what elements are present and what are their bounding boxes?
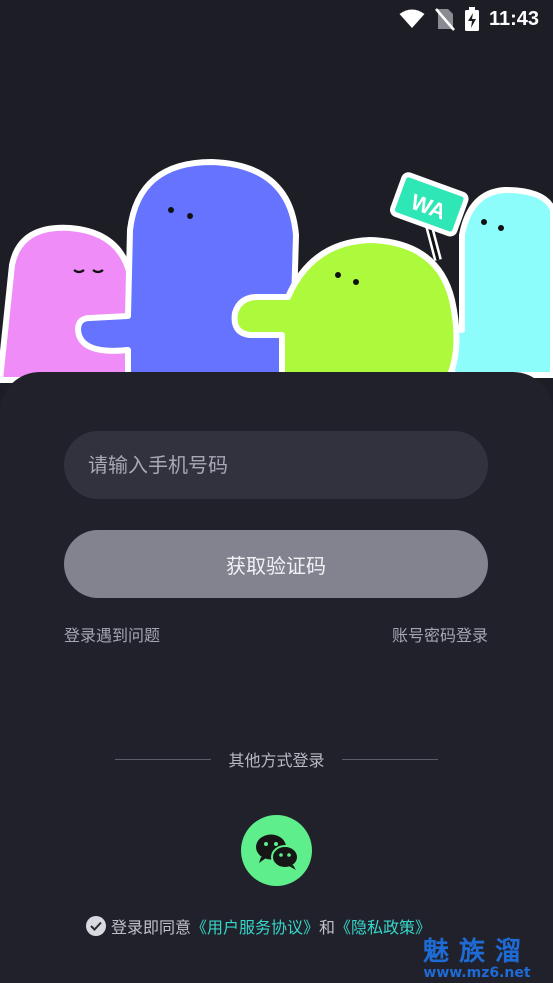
agreement-and: 和 <box>319 918 336 937</box>
other-login-title: 其他方式登录 <box>228 751 325 770</box>
divider-line-right <box>341 758 438 760</box>
agree-checkbox[interactable] <box>86 916 106 936</box>
get-code-button[interactable]: 获取验证码 <box>64 530 488 598</box>
wechat-login-button[interactable] <box>241 815 312 886</box>
divider-line-left <box>115 758 211 760</box>
user-agreement-link[interactable]: 《用户服务协议》 <box>191 914 319 938</box>
wechat-icon <box>255 834 299 870</box>
wifi-icon <box>399 9 425 29</box>
hero-illustration: WA <box>0 150 553 390</box>
status-time: 11:43 <box>488 7 539 30</box>
pink-character <box>0 224 133 383</box>
check-icon <box>90 921 102 931</box>
status-bar: 11:43 <box>0 0 553 38</box>
agreement-row: 登录即同意 《用户服务协议》 和 《隐私政策》 <box>86 914 431 938</box>
site-watermark: 魅族溜 www.mz6.net <box>407 937 547 982</box>
other-login-divider: 其他方式登录 <box>115 748 438 770</box>
login-trouble-link[interactable]: 登录遇到问题 <box>64 622 160 646</box>
phone-input[interactable] <box>64 431 488 499</box>
password-login-link[interactable]: 账号密码登录 <box>392 622 488 646</box>
battery-charging-icon <box>464 7 479 31</box>
watermark-title: 魅族溜 <box>422 937 531 968</box>
no-sim-icon <box>434 7 455 31</box>
agreement-prefix: 登录即同意 <box>111 918 192 937</box>
privacy-policy-link[interactable]: 《隐私政策》 <box>335 914 431 938</box>
watermark-url: www.mz6.net <box>423 965 531 982</box>
